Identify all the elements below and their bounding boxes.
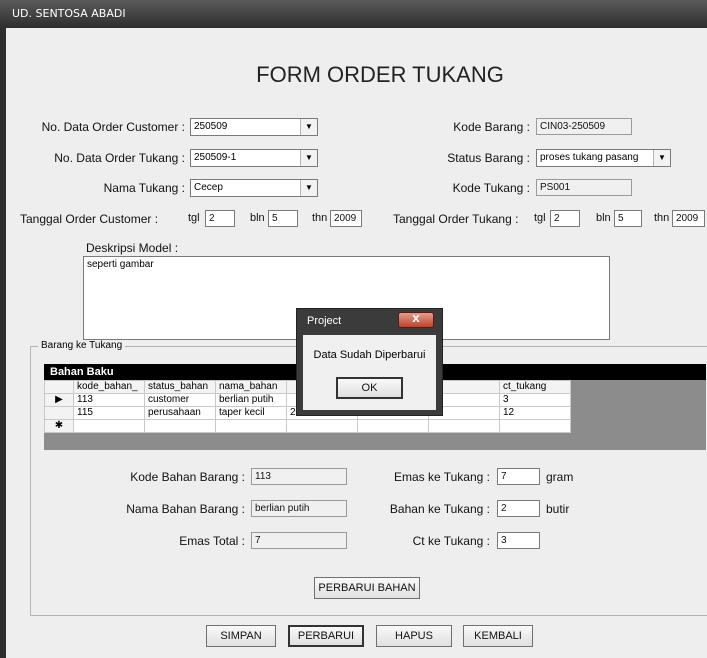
table-cell[interactable] xyxy=(357,419,429,433)
nama-tukang-combo[interactable]: Cecep ▼ xyxy=(190,179,318,197)
kembali-button[interactable]: KEMBALI xyxy=(463,625,533,647)
emas-ke-tukang-input[interactable]: 7 xyxy=(497,468,540,485)
form-title: FORM ORDER TUKANG xyxy=(256,62,504,87)
table-cell[interactable] xyxy=(215,419,287,433)
label-kode-tukang: Kode Tukang : xyxy=(452,181,530,195)
table-cell[interactable] xyxy=(144,419,216,433)
label-tanggal-order-customer: Tanggal Order Customer : xyxy=(20,212,159,226)
label-ct-ke-tukang: Ct ke Tukang : xyxy=(412,534,490,548)
label-bln: bln xyxy=(250,212,265,224)
table-cell[interactable]: perusahaan xyxy=(144,406,216,420)
kode-barang-field[interactable]: CIN03-250509 xyxy=(536,118,632,135)
chevron-down-icon[interactable]: ▼ xyxy=(653,150,670,166)
table-cell[interactable]: 12 xyxy=(499,406,571,420)
table-cell[interactable]: berlian putih xyxy=(215,393,287,407)
label-nama-bahan-barang: Nama Bahan Barang : xyxy=(126,502,245,516)
label-status-barang: Status Barang : xyxy=(447,151,530,165)
column-header[interactable]: status_bahan xyxy=(144,380,216,394)
table-cell[interactable] xyxy=(428,419,500,433)
tgl-order-tukang-input[interactable]: 2 xyxy=(550,210,580,227)
window-titlebar: UD. SENTOSA ABADI xyxy=(0,0,707,28)
label-tanggal-order-tukang: Tanggal Order Tukang : xyxy=(393,212,519,226)
row-selector[interactable] xyxy=(44,406,74,420)
perbarui-button[interactable]: PERBARUI xyxy=(288,625,364,647)
new-row[interactable]: ✱ xyxy=(44,419,571,433)
dialog-body: Data Sudah Diperbarui OK xyxy=(303,335,436,410)
table-cell[interactable]: 3 xyxy=(499,393,571,407)
thn-order-tukang-input[interactable]: 2009 xyxy=(672,210,705,227)
column-header[interactable]: nama_bahan xyxy=(215,380,287,394)
unit-butir: butir xyxy=(546,502,570,516)
no-data-order-tukang-combo[interactable]: 250509-1 ▼ xyxy=(190,149,318,167)
label-tgl: tgl xyxy=(188,212,200,224)
table-cell[interactable]: customer xyxy=(144,393,216,407)
ok-button[interactable]: OK xyxy=(336,377,403,399)
table-cell[interactable]: taper kecil xyxy=(215,406,287,420)
bahan-ke-tukang-input[interactable]: 2 xyxy=(497,500,540,517)
new-row-icon: ✱ xyxy=(44,419,74,433)
nama-bahan-barang-field[interactable]: berlian putih xyxy=(251,500,347,517)
window-left-border xyxy=(0,28,6,658)
perbarui-bahan-button[interactable]: PERBARUI BAHAN xyxy=(314,577,420,599)
table-cell[interactable] xyxy=(286,419,358,433)
dialog-title: Project xyxy=(307,315,342,327)
bln-order-customer-input[interactable]: 5 xyxy=(268,210,298,227)
message-dialog: Project X Data Sudah Diperbarui OK xyxy=(296,308,443,416)
label-no-data-order-tukang: No. Data Order Tukang : xyxy=(54,151,185,165)
label-nama-tukang: Nama Tukang : xyxy=(103,181,185,195)
thn-order-customer-input[interactable]: 2009 xyxy=(330,210,362,227)
chevron-down-icon[interactable]: ▼ xyxy=(300,180,317,196)
current-row-icon: ▶ xyxy=(44,393,74,407)
tgl-order-customer-input[interactable]: 2 xyxy=(205,210,235,227)
label-bahan-ke-tukang: Bahan ke Tukang : xyxy=(389,502,490,516)
close-icon[interactable]: X xyxy=(398,312,434,328)
label-thn: thn xyxy=(312,212,328,224)
app-window: UD. SENTOSA ABADI FORM ORDER TUKANG No. … xyxy=(0,0,707,658)
table-cell[interactable] xyxy=(499,419,571,433)
unit-gram: gram xyxy=(546,470,574,484)
label-deskripsi-model: Deskripsi Model : xyxy=(86,241,179,255)
kode-bahan-barang-field[interactable]: 113 xyxy=(251,468,347,485)
combo-value: 250509-1 xyxy=(194,152,237,163)
row-header-corner xyxy=(44,380,74,394)
label-emas-total: Emas Total : xyxy=(179,534,245,548)
label-kode-bahan-barang: Kode Bahan Barang : xyxy=(130,470,245,484)
label-emas-ke-tukang: Emas ke Tukang : xyxy=(393,470,490,484)
chevron-down-icon[interactable]: ▼ xyxy=(300,119,317,135)
group-label: Barang ke Tukang xyxy=(38,340,126,351)
column-header[interactable]: ct_tukang xyxy=(499,380,571,394)
combo-value: 250509 xyxy=(194,121,228,132)
label-thn: thn xyxy=(654,212,670,224)
hapus-button[interactable]: HAPUS xyxy=(376,625,452,647)
label-no-data-order-customer: No. Data Order Customer : xyxy=(41,120,185,134)
ct-ke-tukang-input[interactable]: 3 xyxy=(497,532,540,549)
dialog-message: Data Sudah Diperbarui xyxy=(313,349,426,361)
bln-order-tukang-input[interactable]: 5 xyxy=(614,210,642,227)
column-header[interactable]: kode_bahan_ xyxy=(73,380,145,394)
label-kode-barang: Kode Barang : xyxy=(453,120,530,134)
emas-total-field[interactable]: 7 xyxy=(251,532,347,549)
status-barang-combo[interactable]: proses tukang pasang ▼ xyxy=(536,149,671,167)
table-cell[interactable]: 115 xyxy=(73,406,145,420)
label-bln: bln xyxy=(596,212,611,224)
table-cell[interactable] xyxy=(73,419,145,433)
label-tgl: tgl xyxy=(534,212,546,224)
combo-value: Cecep xyxy=(194,182,223,193)
table-cell[interactable]: 113 xyxy=(73,393,145,407)
combo-value: proses tukang pasang xyxy=(540,152,639,163)
chevron-down-icon[interactable]: ▼ xyxy=(300,150,317,166)
no-data-order-customer-combo[interactable]: 250509 ▼ xyxy=(190,118,318,136)
kode-tukang-field[interactable]: PS001 xyxy=(536,179,632,196)
simpan-button[interactable]: SIMPAN xyxy=(206,625,276,647)
